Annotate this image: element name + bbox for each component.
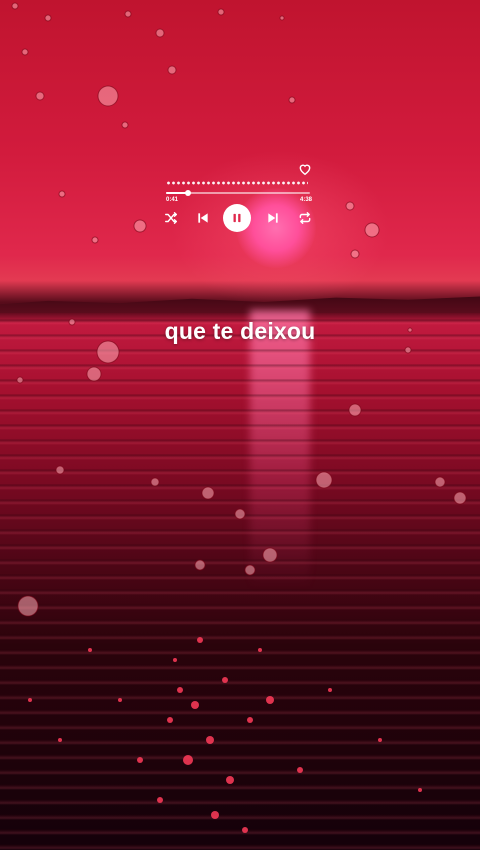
skip-next-icon[interactable] (266, 211, 280, 225)
lyric-line: que te deixou (164, 318, 316, 344)
progress-bar[interactable] (166, 190, 310, 196)
heart-outline-icon[interactable] (298, 162, 312, 176)
sea-waves (0, 310, 480, 850)
repeat-icon[interactable] (298, 211, 312, 225)
audio-waveform (166, 180, 308, 186)
total-time: 4:38 (299, 197, 312, 203)
shuffle-icon[interactable] (164, 211, 178, 225)
skip-previous-icon[interactable] (196, 211, 210, 225)
progress-thumb[interactable] (184, 190, 191, 196)
music-player-widget: 0:41 4:38 (164, 162, 314, 242)
background-scene (0, 0, 480, 850)
pause-button[interactable] (223, 204, 251, 232)
elapsed-time: 0:41 (166, 197, 179, 203)
pause-icon (233, 213, 241, 223)
